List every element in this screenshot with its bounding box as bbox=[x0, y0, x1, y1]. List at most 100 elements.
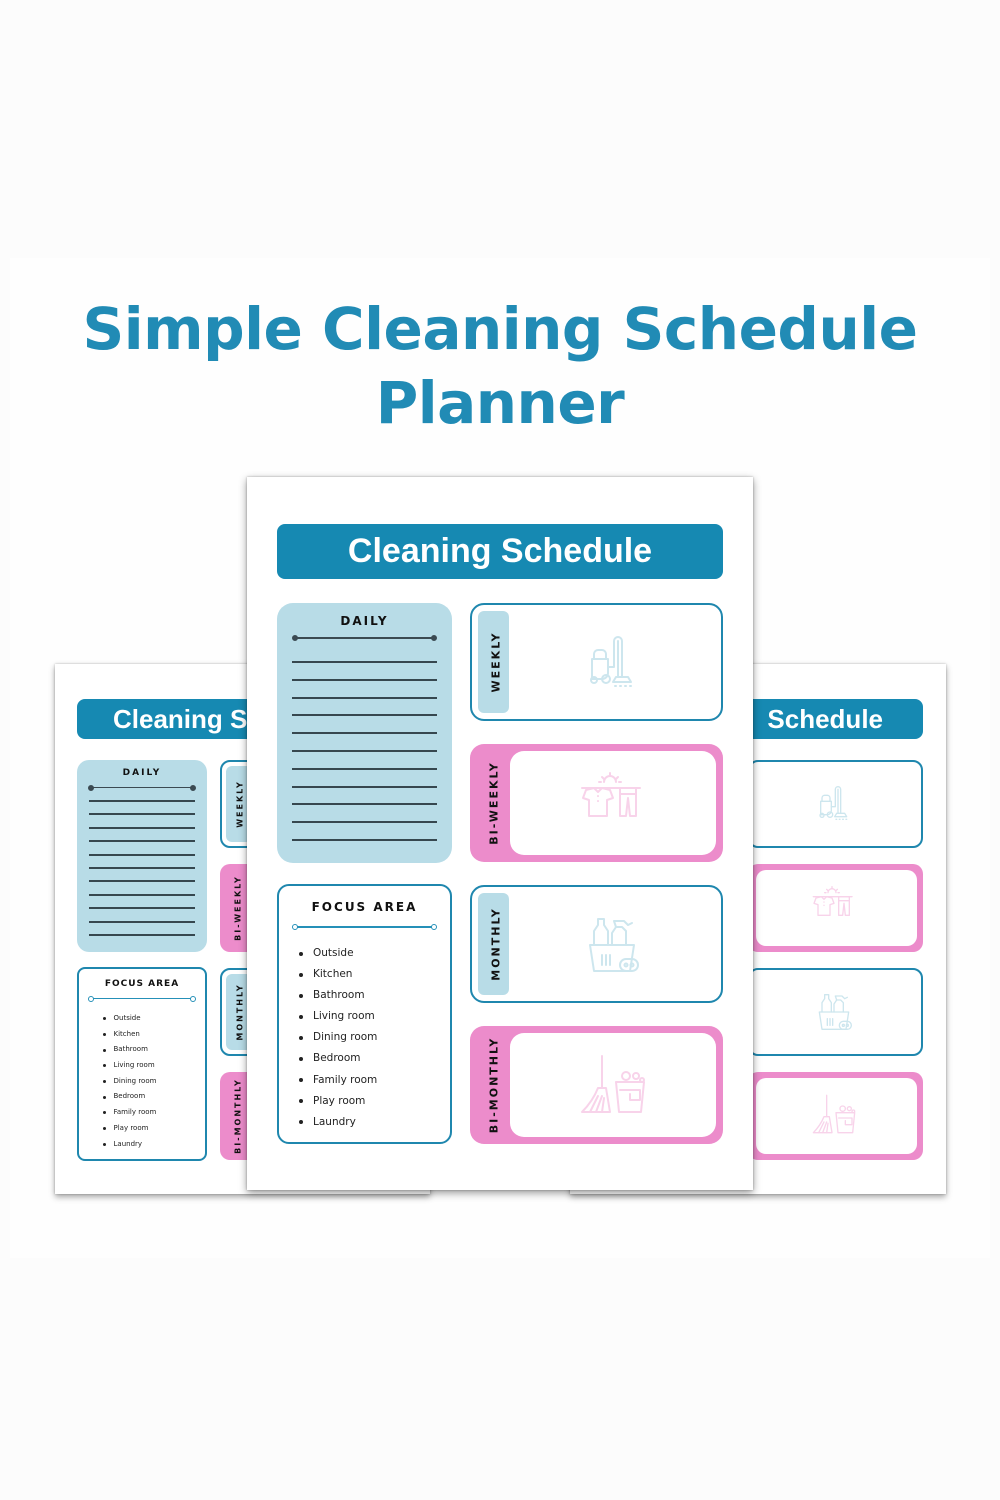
focus-area-item-label: Play room bbox=[313, 1094, 366, 1107]
focus-area-item: Bedroom bbox=[103, 1089, 156, 1105]
focus-area-item-label: Laundry bbox=[313, 1115, 356, 1128]
focus-area-item-label: Outside bbox=[113, 1014, 141, 1022]
focus-area-item-label: Dining room bbox=[113, 1076, 157, 1085]
focus-area-item: Bathroom bbox=[103, 1042, 156, 1058]
focus-area-item: Play room bbox=[103, 1121, 156, 1137]
cleaning-supplies-icon bbox=[589, 918, 639, 972]
cleaning-supplies-icon bbox=[818, 994, 852, 1030]
focus-area-item-label: Kitchen bbox=[113, 1029, 140, 1038]
daily-box: DAILY bbox=[277, 603, 452, 863]
frequency-card-bi-weekly[interactable]: BI-WEEKLY bbox=[470, 744, 723, 862]
focus-area-item-label: Laundry bbox=[113, 1139, 143, 1148]
frequency-card-weekly[interactable]: WEEKLY bbox=[728, 760, 923, 848]
focus-area-item-label: Living room bbox=[313, 1010, 375, 1023]
focus-area-item-label: Bathroom bbox=[113, 1045, 148, 1054]
daily-blank-line[interactable] bbox=[292, 767, 437, 770]
daily-blank-line[interactable] bbox=[89, 826, 195, 829]
focus-area-item: Living room bbox=[103, 1058, 156, 1074]
daily-blank-line[interactable] bbox=[89, 800, 195, 802]
focus-area-item-label: Play room bbox=[113, 1123, 149, 1132]
daily-blank-line[interactable] bbox=[292, 661, 437, 663]
focus-area-item-label: Bedroom bbox=[113, 1092, 146, 1101]
frequency-label: WEEKLY bbox=[489, 631, 503, 693]
daily-blank-line[interactable] bbox=[292, 821, 437, 824]
daily-blank-line[interactable] bbox=[292, 678, 437, 681]
focus-area-item-label: Dining room bbox=[313, 1031, 378, 1044]
focus-area-item: Play room bbox=[299, 1091, 377, 1112]
headline-line-1: Simple Cleaning Schedule bbox=[82, 295, 918, 363]
focus-area-box: FOCUS AREA Outside Kitchen Bathroom Living … bbox=[77, 967, 207, 1161]
focus-area-item: Outside bbox=[299, 943, 377, 964]
vacuum-cleaner-icon bbox=[590, 636, 632, 687]
focus-area-divider bbox=[292, 924, 437, 930]
focus-area-item-label: Living room bbox=[113, 1061, 155, 1070]
frequency-label: MONTHLY bbox=[235, 983, 245, 1041]
focus-area-item: Outside bbox=[103, 1011, 156, 1027]
page-title-bar: Cleaning Schedule bbox=[277, 524, 723, 579]
focus-area-item-label: Bathroom bbox=[313, 989, 365, 1002]
frequency-card-bi-monthly[interactable]: BI-MONTHLY bbox=[726, 1072, 923, 1160]
daily-box: DAILY bbox=[77, 760, 207, 952]
daily-blank-line[interactable] bbox=[89, 813, 195, 816]
focus-area-divider bbox=[88, 996, 196, 1002]
daily-blank-line[interactable] bbox=[292, 696, 437, 699]
focus-area-item: Bathroom bbox=[299, 985, 377, 1006]
daily-blank-line[interactable] bbox=[89, 840, 195, 843]
frequency-label: BI-WEEKLY bbox=[487, 761, 501, 845]
focus-area-item: Laundry bbox=[103, 1137, 156, 1153]
frequency-card-bi-monthly[interactable]: BI-MONTHLY bbox=[470, 1026, 723, 1144]
headline: Simple Cleaning Schedule Planner bbox=[0, 292, 1000, 440]
focus-area-item: Laundry bbox=[299, 1112, 377, 1133]
focus-area-item-label: Family room bbox=[113, 1108, 157, 1117]
laundry-line-icon bbox=[581, 772, 641, 817]
vacuum-cleaner-icon bbox=[819, 786, 848, 820]
daily-blank-line[interactable] bbox=[292, 785, 437, 788]
daily-divider bbox=[292, 635, 437, 641]
daily-blank-line[interactable] bbox=[292, 803, 437, 806]
focus-area-item: Kitchen bbox=[299, 964, 377, 985]
focus-area-item: Family room bbox=[103, 1105, 156, 1121]
focus-area-item: Dining room bbox=[299, 1027, 377, 1048]
frequency-label: WEEKLY bbox=[235, 780, 245, 828]
focus-area-item: Dining room bbox=[103, 1074, 156, 1090]
planner-page-main: Cleaning Schedule DAILY FOCUS AREA Outsi… bbox=[247, 477, 753, 1190]
frequency-card-monthly[interactable]: MONTHLY bbox=[470, 885, 723, 1003]
daily-blank-line[interactable] bbox=[292, 750, 437, 752]
daily-blank-line[interactable] bbox=[89, 867, 195, 869]
page-title: Schedule bbox=[767, 704, 883, 734]
daily-blank-line[interactable] bbox=[89, 880, 195, 883]
focus-area-item-label: Outside bbox=[313, 947, 354, 959]
daily-blank-line[interactable] bbox=[89, 920, 195, 923]
daily-blank-line[interactable] bbox=[89, 934, 195, 936]
daily-blank-line[interactable] bbox=[292, 732, 437, 735]
page-title: Cleaning Schedule bbox=[347, 532, 653, 570]
daily-blank-line[interactable] bbox=[292, 839, 437, 841]
daily-divider bbox=[88, 785, 196, 791]
focus-area-box: FOCUS AREA Outside Kitchen Bathroom Living … bbox=[277, 884, 452, 1144]
daily-blank-line[interactable] bbox=[89, 907, 195, 910]
broom-bucket-icon bbox=[812, 1094, 856, 1134]
focus-area-item: Family room bbox=[299, 1070, 377, 1091]
focus-area-item-label: Family room bbox=[313, 1073, 378, 1086]
daily-blank-line[interactable] bbox=[292, 714, 437, 717]
frequency-card-weekly[interactable]: WEEKLY bbox=[470, 603, 723, 721]
focus-area-item: Bedroom bbox=[299, 1048, 377, 1069]
frequency-label: BI-WEEKLY bbox=[233, 875, 243, 941]
daily-blank-line[interactable] bbox=[89, 853, 195, 856]
broom-bucket-icon bbox=[581, 1055, 645, 1113]
focus-area-item: Kitchen bbox=[103, 1027, 156, 1043]
frequency-card-bi-weekly[interactable]: BI-WEEKLY bbox=[726, 864, 923, 952]
frequency-label: BI-MONTHLY bbox=[487, 1036, 501, 1134]
daily-heading: DAILY bbox=[122, 768, 162, 778]
frequency-label: BI-MONTHLY bbox=[233, 1078, 243, 1154]
focus-area-list: Outside Kitchen Bathroom Living room Dining … bbox=[299, 943, 377, 1133]
focus-area-list: Outside Kitchen Bathroom Living room Dining … bbox=[103, 1011, 156, 1152]
focus-area-item-label: Kitchen bbox=[313, 968, 353, 981]
focus-area-item: Living room bbox=[299, 1006, 377, 1027]
daily-blank-line[interactable] bbox=[89, 893, 195, 896]
frequency-label: MONTHLY bbox=[489, 907, 503, 981]
focus-area-heading: FOCUS AREA bbox=[104, 979, 180, 989]
headline-line-2: Planner bbox=[375, 369, 625, 437]
laundry-line-icon bbox=[812, 886, 853, 916]
frequency-card-monthly[interactable]: MONTHLY bbox=[728, 968, 923, 1056]
